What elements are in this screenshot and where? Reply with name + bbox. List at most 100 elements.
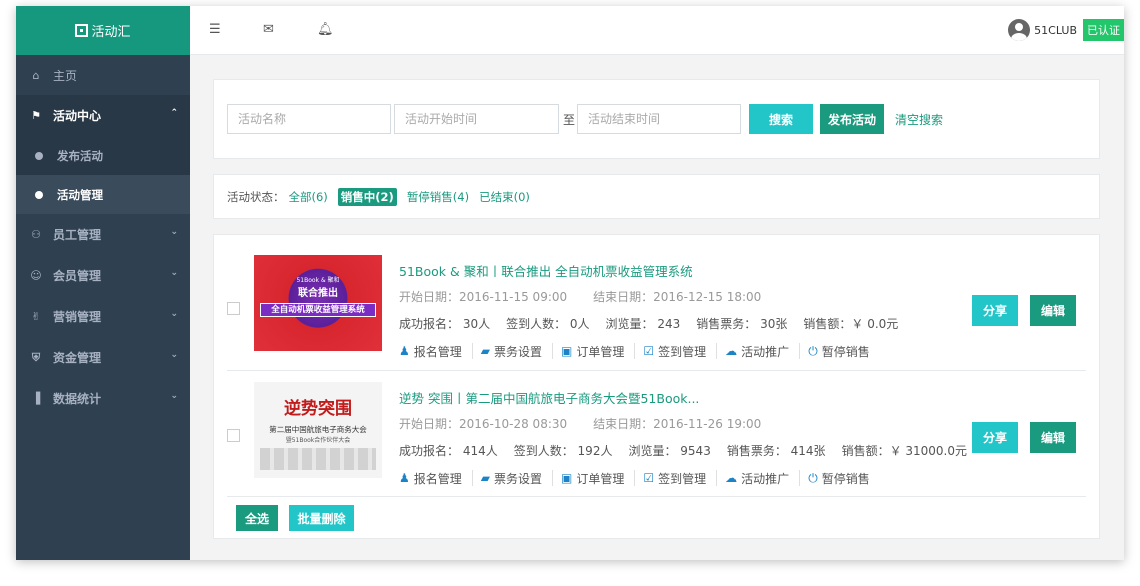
filter-ended[interactable]: 已结束(0) <box>479 189 530 205</box>
search-panel: 至 搜索 发布活动 清空搜索 <box>213 79 1100 159</box>
check-square-icon: ☑ <box>643 471 655 485</box>
thumbs-up-icon: ✌ <box>31 310 41 323</box>
activity-stats: 成功报名： 414人 签到人数： 192人 浏览量： 9543 销售票务： 414张 销… <box>399 442 983 459</box>
share-button[interactable]: 分享 <box>972 295 1018 326</box>
bell-icon[interactable]: 🔔︎ <box>317 22 334 37</box>
filter-all[interactable]: 全部(6) <box>289 189 328 205</box>
action-label: 签到管理 <box>658 344 707 359</box>
action-checkin-manage[interactable]: ☑ 签到管理 <box>643 343 718 359</box>
action-pause-sale[interactable]: ⏻ 暂停销售 <box>808 470 880 486</box>
shield-icon: ⛨ <box>31 350 41 364</box>
sidebar-item-statistics[interactable]: ▐ 数据统计 ⌄ <box>16 378 190 419</box>
sidebar-item-home[interactable]: ⌂ 主页 <box>16 55 190 95</box>
stat-revenue: 销售额：￥ 0.0元 <box>803 317 899 331</box>
sidebar-item-label: 营销管理 <box>53 310 102 324</box>
list-item: 逆势突围 第二届中国航旅电子商务大会 暨51Book合作伙伴大会 逆势 突围丨第… <box>227 372 1086 497</box>
action-ticket-settings[interactable]: ▰ 票务设置 <box>481 470 554 486</box>
sidebar-item-activity-center[interactable]: ⚑ 活动中心 ⌃ <box>16 95 190 136</box>
thumb-decoration <box>260 448 376 470</box>
action-promote[interactable]: ☁ 活动推广 <box>725 343 801 359</box>
row-checkbox[interactable] <box>227 302 240 315</box>
mail-icon[interactable]: ✉ <box>263 22 274 37</box>
action-signup-manage[interactable]: ♟ 报名管理 <box>399 470 473 486</box>
action-label: 订单管理 <box>576 344 625 359</box>
logo-text: 活动汇 <box>91 25 131 40</box>
thumb-text: 逆势突围 <box>284 399 352 419</box>
action-label: 活动推广 <box>741 344 790 359</box>
row-actions: ♟ 报名管理 ▰ 票务设置 ▣ 订单管理 ☑ 签到管理 ☁ 活动推广 ⏻ 暂停销售 <box>399 470 888 486</box>
start-date: 开始日期：2016-11-15 09:00 <box>399 290 568 304</box>
menu-icon[interactable]: ☰ <box>209 22 221 37</box>
cloud-icon: ☁ <box>725 344 738 358</box>
chevron-up-icon: ⌃ <box>170 108 178 118</box>
thumb-text: 51Book & 聚和 <box>296 277 340 284</box>
logo[interactable]: 活动汇 <box>16 6 190 55</box>
action-label: 签到管理 <box>658 471 707 486</box>
action-label: 票务设置 <box>494 471 543 486</box>
batch-delete-button[interactable]: 批量删除 <box>289 505 354 531</box>
chevron-down-icon: ⌄ <box>170 268 178 278</box>
action-signup-manage[interactable]: ♟ 报名管理 <box>399 343 473 359</box>
stat-views: 浏览量： 9543 <box>628 444 711 458</box>
publish-button[interactable]: 发布活动 <box>820 104 884 134</box>
action-label: 报名管理 <box>413 344 462 359</box>
thumb-text: 第二届中国航旅电子商务大会 <box>269 425 367 434</box>
app-window: 活动汇 ⌂ 主页 ⚑ 活动中心 ⌃ 发布活动 活动管理 ⚇ 员工管理 ⌄ ☺ 会… <box>16 6 1124 560</box>
sidebar-item-members[interactable]: ☺ 会员管理 ⌄ <box>16 255 190 296</box>
activity-name-input[interactable] <box>227 104 391 134</box>
action-checkin-manage[interactable]: ☑ 签到管理 <box>643 470 718 486</box>
filter-on-sale[interactable]: 销售中(2) <box>337 187 397 206</box>
dot-icon <box>35 151 43 160</box>
start-time-input[interactable] <box>394 104 559 134</box>
action-label: 暂停销售 <box>821 344 870 359</box>
activity-title[interactable]: 逆势 突围丨第二届中国航旅电子商务大会暨51Book... <box>399 388 699 407</box>
clear-search-link[interactable]: 清空搜索 <box>895 111 943 128</box>
search-button[interactable]: 搜索 <box>749 104 813 134</box>
filter-paused[interactable]: 暂停销售(4) <box>407 189 469 205</box>
row-checkbox[interactable] <box>227 429 240 442</box>
stat-signups: 成功报名： 414人 <box>399 444 498 458</box>
activity-dates: 开始日期：2016-10-28 08:30 结束日期：2016-11-26 19:… <box>399 415 761 432</box>
action-pause-sale[interactable]: ⏻ 暂停销售 <box>808 343 880 359</box>
user-menu[interactable]: 51CLUB 已认证 <box>1008 19 1124 41</box>
check-square-icon: ☑ <box>643 344 655 358</box>
status-label: 活动状态： <box>227 189 285 204</box>
power-icon: ⏻ <box>808 470 818 485</box>
edit-button[interactable]: 编辑 <box>1030 295 1076 326</box>
select-all-button[interactable]: 全选 <box>236 505 278 531</box>
action-order-manage[interactable]: ▣ 订单管理 <box>561 470 636 486</box>
stat-checkins: 签到人数： 192人 <box>513 444 613 458</box>
sidebar-item-staff[interactable]: ⚇ 员工管理 ⌄ <box>16 214 190 255</box>
thumb-text: 联合推出 <box>298 288 338 299</box>
range-separator: 至 <box>563 113 576 127</box>
sidebar-item-label: 数据统计 <box>53 392 102 406</box>
end-date: 结束日期：2016-12-15 18:00 <box>593 290 762 304</box>
activity-list: 51Book & 聚和 联合推出 全自动机票收益管理系统 51Book & 聚和… <box>213 234 1100 539</box>
chevron-down-icon: ⌄ <box>170 391 178 401</box>
sidebar-item-label: 主页 <box>53 68 78 83</box>
share-button[interactable]: 分享 <box>972 422 1018 453</box>
sidebar-item-label: 会员管理 <box>53 269 102 283</box>
sidebar-item-label: 资金管理 <box>53 351 102 365</box>
edit-button[interactable]: 编辑 <box>1030 422 1076 453</box>
start-date: 开始日期：2016-10-28 08:30 <box>399 417 568 431</box>
action-promote[interactable]: ☁ 活动推广 <box>725 470 801 486</box>
sidebar-item-label: 发布活动 <box>57 148 103 163</box>
thumb-text: 暨51Book合作伙伴大会 <box>285 437 351 444</box>
sidebar-subitem-publish[interactable]: 发布活动 <box>16 136 190 175</box>
action-label: 活动推广 <box>741 471 790 486</box>
activity-title[interactable]: 51Book & 聚和丨联合推出 全自动机票收益管理系统 <box>399 261 693 280</box>
sidebar-item-marketing[interactable]: ✌ 营销管理 ⌄ <box>16 296 190 337</box>
action-order-manage[interactable]: ▣ 订单管理 <box>561 343 636 359</box>
sidebar-item-funds[interactable]: ⛨ 资金管理 ⌄ <box>16 337 190 378</box>
action-ticket-settings[interactable]: ▰ 票务设置 <box>481 343 554 359</box>
end-time-input[interactable] <box>577 104 741 134</box>
sidebar-subitem-manage[interactable]: 活动管理 <box>16 175 190 214</box>
clipboard-icon: ▣ <box>561 344 573 358</box>
activity-thumbnail[interactable]: 51Book & 聚和 联合推出 全自动机票收益管理系统 <box>254 255 382 351</box>
dot-icon <box>35 190 43 199</box>
chevron-down-icon: ⌄ <box>170 227 178 237</box>
flag-icon: ⚑ <box>31 109 41 122</box>
activity-thumbnail[interactable]: 逆势突围 第二届中国航旅电子商务大会 暨51Book合作伙伴大会 <box>254 382 382 478</box>
sidebar-item-label: 活动中心 <box>53 109 102 123</box>
